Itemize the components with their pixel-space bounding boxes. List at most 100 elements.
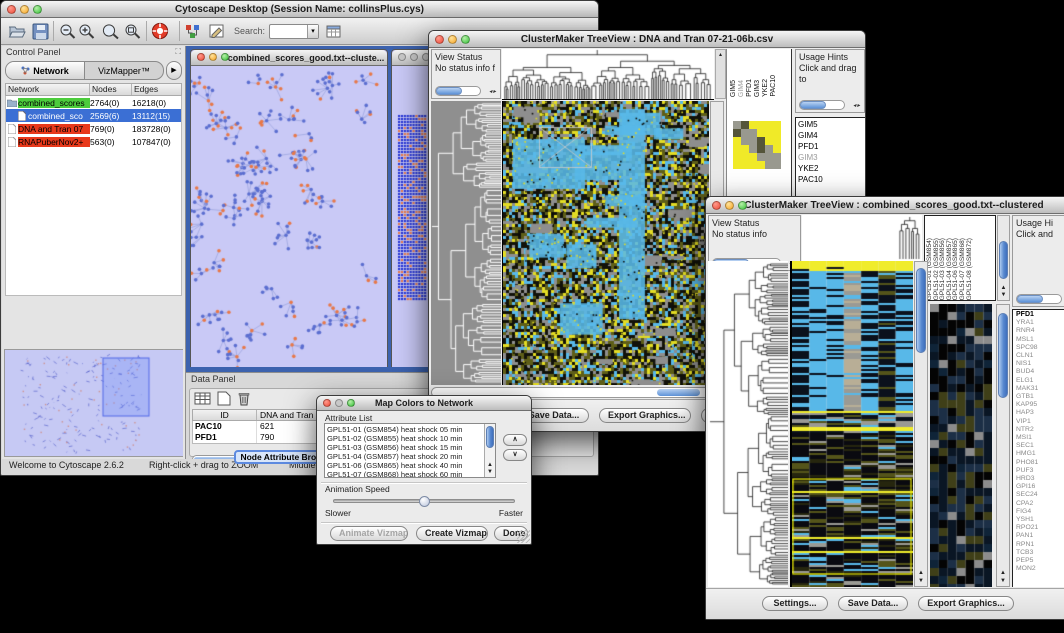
arrow-down-icon[interactable]: ▼	[998, 292, 1009, 299]
move-down-button[interactable]: ∨	[503, 449, 527, 461]
treeview2-title-bar[interactable]: ClusterMaker TreeView : combined_scores_…	[706, 197, 1064, 214]
col-label[interactable]: GIM4	[738, 80, 745, 97]
tab-overflow-button[interactable]: ▶	[166, 61, 182, 80]
arrow-up-icon[interactable]: ▲	[915, 570, 927, 577]
zoom-selected-button[interactable]	[100, 23, 120, 40]
col-label[interactable]: GIM5	[730, 80, 737, 97]
create-vizmap-button[interactable]: Create Vizmap	[416, 526, 488, 541]
zoom-out-button[interactable]	[58, 23, 77, 40]
gene-list[interactable]: PFD1 YRA1 RNR4 MSL1 SPC98 CLN1 NIS1 BUD4…	[1012, 309, 1064, 587]
row-dendrogram[interactable]	[708, 261, 788, 587]
dialog-title-bar[interactable]: Map Colors to Network	[317, 396, 531, 411]
col-label[interactable]: PAC10	[770, 75, 777, 97]
usage-hints-scrollbar[interactable]: ◂▸	[1016, 294, 1064, 304]
close-button[interactable]	[197, 53, 205, 61]
attribute-scrollbar[interactable]: ▲ ▼	[484, 424, 495, 477]
treeview1-title-bar[interactable]: ClusterMaker TreeView : DNA and Tran 07-…	[429, 31, 865, 48]
gene-label[interactable]: GIM5	[798, 119, 863, 130]
save-session-button[interactable]	[32, 23, 49, 40]
resize-grip[interactable]	[517, 530, 530, 543]
zoom-fit-button[interactable]	[123, 23, 142, 40]
settings-button[interactable]: Settings...	[762, 596, 828, 611]
col-id[interactable]: ID	[193, 410, 257, 420]
column-dendrogram[interactable]	[502, 49, 714, 100]
arrow-down-icon[interactable]: ▼	[485, 469, 495, 476]
column-dendrogram[interactable]	[802, 215, 922, 261]
label-vscrollbar[interactable]: ▲▼	[997, 215, 1010, 301]
minimize-button[interactable]	[20, 5, 29, 14]
gene-label-selected[interactable]: PFD1	[1016, 311, 1064, 319]
scroll-arrows-icon[interactable]: ◂▸	[489, 87, 497, 98]
close-button[interactable]	[323, 399, 331, 407]
minimize-button[interactable]	[410, 53, 418, 61]
tab-vizmapper[interactable]: VizMapper™	[85, 62, 163, 79]
new-attribute-icon[interactable]	[217, 391, 231, 406]
heatmap-canvas[interactable]	[502, 101, 709, 385]
open-session-button[interactable]	[7, 23, 26, 40]
network-canvas[interactable]	[191, 67, 387, 367]
heatmap-canvas[interactable]	[790, 261, 913, 587]
network-row-dna-tran[interactable]: DNA and Tran 07 769(0) 183728(0)	[6, 122, 181, 135]
tab-network[interactable]: Network	[6, 62, 85, 79]
network-table-header[interactable]: Network Nodes Edges	[5, 83, 182, 96]
arrow-up-icon[interactable]: ▲	[485, 462, 495, 469]
animation-speed-slider[interactable]	[333, 499, 515, 503]
col-nodes[interactable]: Nodes	[90, 84, 132, 95]
gene-label[interactable]: PFD1	[798, 141, 863, 152]
annotation-button[interactable]	[208, 23, 226, 40]
minimize-button[interactable]	[209, 53, 217, 61]
import-table-button[interactable]	[325, 23, 343, 40]
col-edges[interactable]: Edges	[132, 84, 181, 95]
zoom-button[interactable]	[221, 53, 229, 61]
arrow-up-icon[interactable]: ▲	[998, 285, 1009, 292]
help-button[interactable]	[151, 22, 169, 40]
zoom-button[interactable]	[461, 35, 470, 44]
zoom-button[interactable]	[347, 399, 355, 407]
gene-label[interactable]: GIM4	[798, 130, 863, 141]
minimize-button[interactable]	[335, 399, 343, 407]
slider-thumb[interactable]	[419, 496, 430, 507]
zoom-in-button[interactable]	[77, 23, 96, 40]
float-panel-icon[interactable]: ⛶	[175, 47, 181, 57]
birds-eye-view[interactable]	[4, 349, 183, 457]
main-title-bar[interactable]: Cytoscape Desktop (Session Name: collins…	[1, 1, 598, 18]
zoom-heatmap-canvas[interactable]	[930, 304, 992, 587]
similarity-matrix[interactable]	[733, 121, 781, 169]
chevron-down-icon[interactable]: ▾	[307, 25, 318, 38]
view-status-scrollbar[interactable]: ◂▸	[435, 86, 497, 96]
scroll-arrows-icon[interactable]: ◂▸	[853, 101, 861, 112]
heatmap-vscrollbar[interactable]: ▲▼	[914, 261, 928, 587]
close-button[interactable]	[398, 53, 406, 61]
close-button[interactable]	[712, 201, 721, 210]
row-dendrogram[interactable]	[431, 101, 501, 385]
attribute-items[interactable]: GPL51-01 (GSM854) heat shock 05 min GPL5…	[325, 424, 495, 478]
vizmapper-icon-button[interactable]	[184, 23, 201, 40]
array-label[interactable]: GPL51-08 (GSM872)	[967, 238, 974, 300]
minimize-button[interactable]	[725, 201, 734, 210]
gene-label[interactable]: PAC10	[798, 174, 863, 185]
gene-label[interactable]: YKE2	[798, 163, 863, 174]
gene-label[interactable]: GIM3	[798, 152, 863, 163]
zoom-button[interactable]	[738, 201, 747, 210]
export-graphics-button[interactable]: Export Graphics...	[599, 408, 691, 423]
search-input[interactable]: ▾	[269, 24, 319, 39]
delete-attribute-icon[interactable]	[237, 391, 251, 406]
close-button[interactable]	[435, 35, 444, 44]
animate-vizmap-button[interactable]: Animate Vizmap	[330, 526, 408, 541]
col-network[interactable]: Network	[6, 84, 90, 95]
network-row-combined-scores[interactable]: combined_scores 2764(0) 16218(0)	[6, 96, 181, 109]
zoom-vscrollbar[interactable]: ▲▼	[996, 304, 1010, 587]
birds-eye-canvas[interactable]	[5, 350, 183, 456]
save-data-button[interactable]: Save Data...	[838, 596, 908, 611]
arrow-up-icon[interactable]: ▲	[997, 570, 1009, 577]
col-label[interactable]: YKE2	[762, 79, 769, 97]
network-row-rnapuber[interactable]: RNAPuberNov2+ 563(0) 107847(0)	[6, 135, 181, 148]
move-up-button[interactable]: ∧	[503, 434, 527, 446]
network-view-title-bar[interactable]: combined_scores_good.txt--cluste...	[191, 50, 387, 66]
attribute-select-icon[interactable]	[194, 391, 211, 406]
col-label[interactable]: PFD1	[746, 79, 753, 97]
close-button[interactable]	[7, 5, 16, 14]
col-label[interactable]: GIM3	[754, 80, 761, 97]
hscroll-thumb[interactable]	[657, 389, 700, 396]
attribute-list[interactable]: GPL51-01 (GSM854) heat shock 05 min GPL5…	[324, 423, 496, 478]
